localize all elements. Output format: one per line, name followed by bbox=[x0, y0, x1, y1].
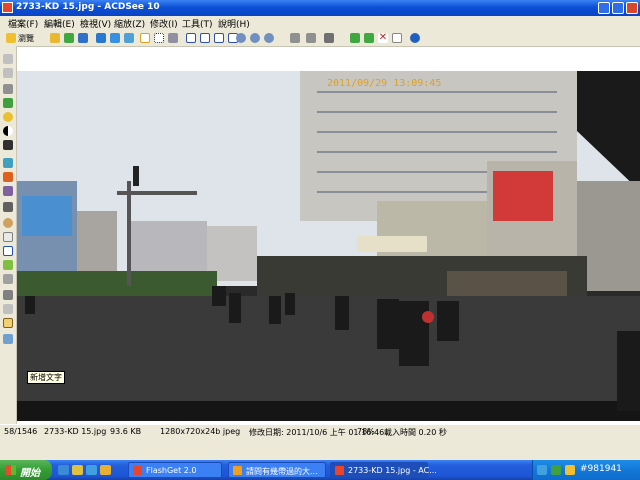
red-eye-icon[interactable] bbox=[3, 98, 13, 108]
photo-manager-icon[interactable] bbox=[110, 33, 120, 43]
browser-icon bbox=[233, 466, 242, 475]
quicklaunch-ie-icon[interactable] bbox=[58, 465, 69, 475]
levels-icon[interactable] bbox=[3, 140, 13, 150]
main-toolbar: 瀏覽 ✕ bbox=[0, 30, 640, 47]
folder-open-icon[interactable] bbox=[50, 33, 60, 43]
fit-width-icon[interactable] bbox=[200, 33, 210, 43]
street-scene-image bbox=[17, 71, 640, 421]
next-image-icon[interactable] bbox=[364, 33, 374, 43]
select-icon[interactable] bbox=[140, 33, 150, 43]
add-text-icon[interactable] bbox=[3, 318, 13, 328]
contrast-icon[interactable] bbox=[3, 126, 13, 136]
status-size: 93.6 KB bbox=[110, 427, 142, 436]
dashcam-photo: 2011/09/29 13:09:45 bbox=[17, 71, 640, 421]
close-button[interactable] bbox=[626, 2, 638, 14]
acdsee-icon bbox=[335, 466, 344, 475]
task-label: FlashGet 2.0 bbox=[146, 466, 197, 475]
left-tool-strip bbox=[0, 46, 17, 424]
hand-icon[interactable] bbox=[3, 68, 13, 78]
menu-file[interactable]: 檔案(F) bbox=[8, 17, 38, 30]
blur-icon[interactable] bbox=[3, 232, 13, 242]
quicklaunch-folder-icon[interactable] bbox=[100, 465, 111, 475]
status-zoom: 78% bbox=[357, 427, 375, 436]
quicklaunch-media-icon[interactable] bbox=[86, 465, 97, 475]
zoom-out-icon[interactable] bbox=[250, 33, 260, 43]
watermark-id: #981941 bbox=[580, 464, 622, 474]
task-flashget[interactable]: FlashGet 2.0 bbox=[128, 462, 222, 478]
fit-image-icon[interactable] bbox=[186, 33, 196, 43]
cursor-icon[interactable] bbox=[3, 54, 13, 64]
draw-icon[interactable] bbox=[3, 334, 13, 344]
watermark-icon[interactable] bbox=[3, 260, 13, 270]
image-viewer[interactable]: 2011/09/29 13:09:45 新增文字 bbox=[17, 47, 640, 424]
window-title: 2733-KD 15.jpg - ACDSee 10 bbox=[16, 2, 160, 12]
acdsee-app-icon[interactable] bbox=[2, 2, 13, 13]
status-filename: 2733-KD 15.jpg bbox=[44, 427, 107, 436]
task-acdsee[interactable]: 2733-KD 15.jpg - AC... bbox=[330, 462, 437, 478]
status-load-time: 載入時間 0.20 秒 bbox=[384, 428, 447, 437]
sharpen-icon[interactable] bbox=[3, 84, 13, 94]
browse-icon[interactable] bbox=[6, 33, 16, 43]
shield-icon[interactable] bbox=[551, 465, 561, 475]
frame-icon[interactable] bbox=[3, 246, 13, 256]
brightness-icon[interactable] bbox=[3, 112, 13, 122]
status-dimensions: 1280x720x24b jpeg bbox=[160, 427, 241, 436]
zoom-tool-icon[interactable] bbox=[168, 33, 178, 43]
zoom-dropdown-icon[interactable] bbox=[264, 33, 274, 43]
fit-height-icon[interactable] bbox=[214, 33, 224, 43]
menu-bar: 檔案(F) 編輯(E) 檢視(V) 縮放(Z) 修改(I) 工具(T) 說明(H… bbox=[0, 16, 640, 30]
slideshow-icon[interactable] bbox=[96, 33, 106, 43]
crop-icon[interactable] bbox=[154, 33, 164, 43]
properties-icon[interactable] bbox=[392, 33, 402, 43]
maximize-button[interactable] bbox=[612, 2, 624, 14]
windows-taskbar: 開始 FlashGet 2.0 請問有幾帶過的大... 2733-KD 15.j… bbox=[0, 460, 640, 480]
exposure-icon[interactable] bbox=[3, 304, 13, 314]
fullscreen-icon[interactable] bbox=[78, 33, 88, 43]
task-label: 請問有幾帶過的大... bbox=[246, 467, 318, 476]
menu-tools[interactable]: 工具(T) bbox=[182, 17, 213, 30]
flashget-icon bbox=[133, 466, 142, 475]
help-icon[interactable] bbox=[410, 33, 420, 43]
menu-edit[interactable]: 編輯(E) bbox=[44, 17, 75, 30]
status-index: 58/1546 bbox=[4, 427, 38, 436]
network-icon[interactable] bbox=[537, 465, 547, 475]
task-browser[interactable]: 請問有幾帶過的大... bbox=[228, 462, 326, 478]
previous-image-icon[interactable] bbox=[350, 33, 360, 43]
color-balance-icon[interactable] bbox=[3, 158, 13, 168]
rotate-icon[interactable] bbox=[290, 33, 300, 43]
eye-icon[interactable] bbox=[3, 218, 13, 228]
zoom-in-icon[interactable] bbox=[236, 33, 246, 43]
flip-icon[interactable] bbox=[306, 33, 316, 43]
windows-logo-icon bbox=[6, 465, 16, 475]
stamp-icon[interactable] bbox=[3, 290, 13, 300]
vignette-icon[interactable] bbox=[3, 202, 13, 212]
title-bar: 2733-KD 15.jpg - ACDSee 10 bbox=[0, 0, 640, 16]
menu-help[interactable]: 說明(H) bbox=[218, 17, 250, 30]
start-button[interactable]: 開始 bbox=[0, 460, 52, 480]
edit-icon[interactable] bbox=[124, 33, 134, 43]
browse-button-label[interactable]: 瀏覽 bbox=[18, 33, 34, 44]
minimize-button[interactable] bbox=[598, 2, 610, 14]
task-label: 2733-KD 15.jpg - AC... bbox=[348, 466, 437, 475]
histogram-icon[interactable] bbox=[3, 172, 13, 182]
effects-icon[interactable] bbox=[324, 33, 334, 43]
volume-icon[interactable] bbox=[565, 465, 575, 475]
menu-view[interactable]: 檢視(V) bbox=[80, 17, 111, 30]
curves-icon[interactable] bbox=[3, 186, 13, 196]
menu-zoom[interactable]: 縮放(Z) bbox=[114, 17, 145, 30]
menu-modify[interactable]: 修改(I) bbox=[150, 17, 178, 30]
photo-timestamp: 2011/09/29 13:09:45 bbox=[327, 78, 442, 89]
resize-icon[interactable] bbox=[3, 274, 13, 284]
delete-icon[interactable]: ✕ bbox=[378, 33, 388, 43]
start-label: 開始 bbox=[20, 468, 40, 479]
add-text-tooltip: 新增文字 bbox=[27, 371, 65, 384]
refresh-icon[interactable] bbox=[64, 33, 74, 43]
quicklaunch-desktop-icon[interactable] bbox=[72, 465, 83, 475]
status-bar: 58/1546 2733-KD 15.jpg 93.6 KB 1280x720x… bbox=[0, 424, 640, 438]
